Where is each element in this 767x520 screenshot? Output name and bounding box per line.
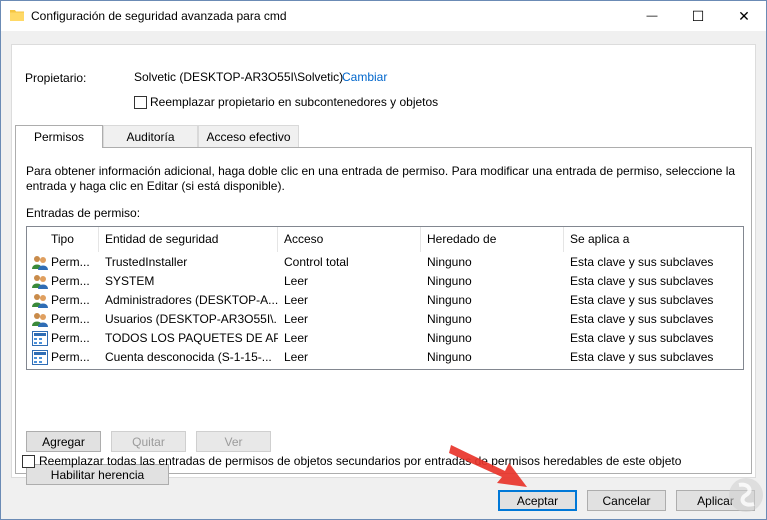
table-row[interactable]: Perm... SYSTEM Leer Ninguno Esta clave y sus… xyxy=(27,272,743,291)
owner-label: Propietario: xyxy=(25,71,87,85)
cell-heredado: Ninguno xyxy=(427,331,472,345)
cell-tipo: Perm... xyxy=(51,293,90,307)
accept-button[interactable]: Aceptar xyxy=(498,490,577,511)
change-owner-link[interactable]: Cambiar xyxy=(342,70,387,84)
cell-acceso: Leer xyxy=(284,350,309,364)
list-header: Tipo Entidad de seguridad Acceso Heredad… xyxy=(27,227,743,252)
entries-label: Entradas de permiso: xyxy=(26,206,141,220)
cancel-button[interactable]: Cancelar xyxy=(587,490,666,511)
folder-icon xyxy=(10,10,24,21)
view-button[interactable]: Ver xyxy=(196,431,271,452)
column-tipo[interactable]: Tipo xyxy=(45,227,99,252)
cell-aplica: Esta clave y sus subclaves xyxy=(570,293,714,307)
cell-acceso: Leer xyxy=(284,274,309,288)
tab-acceso-efectivo[interactable]: Acceso efectivo xyxy=(198,125,299,147)
table-row[interactable]: Perm... Cuenta desconocida (S-1-15-... Lee… xyxy=(27,348,743,367)
cell-acceso: Leer xyxy=(284,331,309,345)
info-text: Para obtener información adicional, haga… xyxy=(26,164,736,193)
remove-button[interactable]: Quitar xyxy=(111,431,186,452)
replace-owner-checkbox[interactable] xyxy=(134,96,147,109)
cell-aplica: Esta clave y sus subclaves xyxy=(570,312,714,326)
window-title: Configuración de seguridad avanzada para… xyxy=(31,9,287,23)
cell-tipo: Perm... xyxy=(51,350,90,364)
cell-tipo: Perm... xyxy=(51,274,90,288)
cell-acceso: Leer xyxy=(284,293,309,307)
minimize-button[interactable]: — xyxy=(629,1,675,31)
replace-owner-label: Reemplazar propietario en subcontenedore… xyxy=(150,95,439,109)
column-entidad[interactable]: Entidad de seguridad xyxy=(99,227,278,252)
table-row[interactable]: Perm... Administradores (DESKTOP-A... Leer… xyxy=(27,291,743,310)
tab-permisos[interactable]: Permisos xyxy=(15,125,103,148)
cell-entidad: Administradores (DESKTOP-A... xyxy=(105,293,278,307)
cell-heredado: Ninguno xyxy=(427,293,472,307)
cell-entidad: TrustedInstaller xyxy=(105,255,188,269)
cell-heredado: Ninguno xyxy=(427,350,472,364)
cell-aplica: Esta clave y sus subclaves xyxy=(570,274,714,288)
cell-entidad: TODOS LOS PAQUETES DE AP... xyxy=(105,331,278,345)
cell-aplica: Esta clave y sus subclaves xyxy=(570,331,714,345)
close-icon: ✕ xyxy=(738,7,750,24)
dialog-window: Configuración de seguridad avanzada para… xyxy=(0,0,767,520)
cell-aplica: Esta clave y sus subclaves xyxy=(570,350,714,364)
tab-auditoria[interactable]: Auditoría xyxy=(103,125,198,147)
column-heredado[interactable]: Heredado de xyxy=(421,227,564,252)
table-row[interactable]: Perm... TrustedInstaller Control total Ning… xyxy=(27,253,743,272)
add-button[interactable]: Agregar xyxy=(26,431,101,452)
column-aplica[interactable]: Se aplica a xyxy=(564,227,743,252)
cell-heredado: Ninguno xyxy=(427,274,472,288)
cell-tipo: Perm... xyxy=(51,312,90,326)
dialog-content: Propietario: Solvetic (DESKTOP-AR3O55I\S… xyxy=(11,44,756,485)
replace-all-checkbox[interactable] xyxy=(22,455,35,468)
maximize-button[interactable]: ☐ xyxy=(675,1,721,31)
maximize-icon: ☐ xyxy=(691,7,705,24)
replace-all-label: Reemplazar todas las entradas de permiso… xyxy=(39,454,682,468)
close-button[interactable]: ✕ xyxy=(721,1,767,31)
cell-aplica: Esta clave y sus subclaves xyxy=(570,255,714,269)
cell-entidad: SYSTEM xyxy=(105,274,155,288)
cell-heredado: Ninguno xyxy=(427,312,472,326)
permission-entries-list[interactable]: Tipo Entidad de seguridad Acceso Heredad… xyxy=(26,226,744,370)
title-bar: Configuración de seguridad avanzada para… xyxy=(1,1,766,31)
cell-heredado: Ninguno xyxy=(427,255,472,269)
permissions-panel: Para obtener información adicional, haga… xyxy=(15,147,752,485)
table-row[interactable]: Perm... Usuarios (DESKTOP-AR3O55I\... Leer… xyxy=(27,310,743,329)
minimize-icon: — xyxy=(646,10,658,22)
table-row[interactable]: Perm... TODOS LOS PAQUETES DE AP... Leer Ni… xyxy=(27,329,743,348)
cell-tipo: Perm... xyxy=(51,255,90,269)
cell-entidad: Cuenta desconocida (S-1-15-... xyxy=(105,350,272,364)
owner-value: Solvetic (DESKTOP-AR3O55I\Solvetic) xyxy=(134,70,344,84)
column-acceso[interactable]: Acceso xyxy=(278,227,421,252)
red-arrow-icon xyxy=(449,445,527,487)
cell-entidad: Usuarios (DESKTOP-AR3O55I\... xyxy=(105,312,278,326)
cell-acceso: Leer xyxy=(284,312,309,326)
cell-acceso: Control total xyxy=(284,255,349,269)
watermark-logo-icon xyxy=(729,478,763,512)
cell-tipo: Perm... xyxy=(51,331,90,345)
